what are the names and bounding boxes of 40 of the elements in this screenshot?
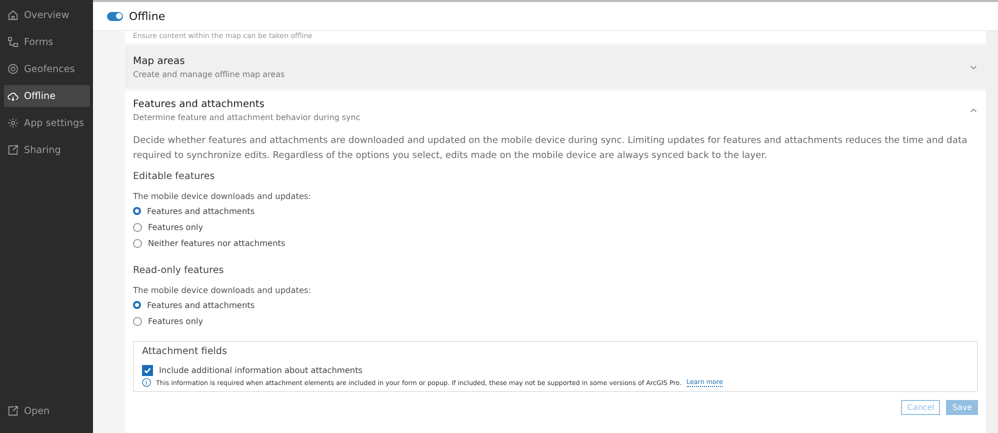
radio-label: Features and attachments [147,206,255,216]
share-icon [7,144,19,156]
sidebar-item[interactable]: Forms [4,31,90,53]
radio-group-label: The mobile device downloads and updates: [133,285,312,295]
panel-heading: Attachment fields [142,346,228,357]
toggle-label: Offline [129,10,166,22]
section-title: Map areas [133,56,186,66]
target-icon [7,63,19,75]
section-title: Features and attachments [133,98,266,110]
radio-group-label: The mobile device downloads and updates: [133,191,312,201]
toggle-switch[interactable] [107,12,123,20]
section-subtitle: Determine feature and attachment behavior during sync [133,112,360,122]
radio-button[interactable] [133,207,141,215]
description-text: Decide whether features and attachments are downloaded and updated on the mobile device during sync. Limiting updates for features and attachments reduces the time and data required to synchronize edits. Regardless of the options you select, edits made on the mobile device are always synced back to the layer. [133,134,968,163]
sidebar-item[interactable]: Offline [4,85,90,107]
info-icon [142,378,151,387]
group-heading: Editable features [133,171,216,182]
radio-label: Features only [148,316,204,326]
accordion-item[interactable]: Map areas Create and manage offline map areas [125,46,986,88]
checkbox[interactable] [142,364,153,376]
gear-icon [7,117,19,129]
radio-label: Neither features nor attachments [148,238,286,248]
open-external-icon [7,405,19,417]
radio-button[interactable] [133,316,142,326]
sidebar-item[interactable]: Overview [4,4,90,26]
home-icon [7,9,19,21]
checkbox-label: Include additional information about attachments [159,365,363,375]
radio-button[interactable] [133,238,142,248]
sidebar-item[interactable]: Open [4,400,90,422]
radio-button[interactable] [133,222,142,232]
sidebar-item[interactable]: Geofences [4,58,90,80]
radio-label: Features and attachments [147,300,255,310]
sidebar-item[interactable]: Sharing [4,139,90,161]
section-subtitle: Create and manage offline map areas [133,70,285,78]
sidebar-item[interactable]: App settings [4,112,90,134]
group-heading: Read-only features [133,265,225,276]
hierarchy-icon [7,36,19,48]
radio-button[interactable] [133,301,141,309]
radio-label: Features only [148,222,204,232]
cloud-icon [7,90,19,102]
